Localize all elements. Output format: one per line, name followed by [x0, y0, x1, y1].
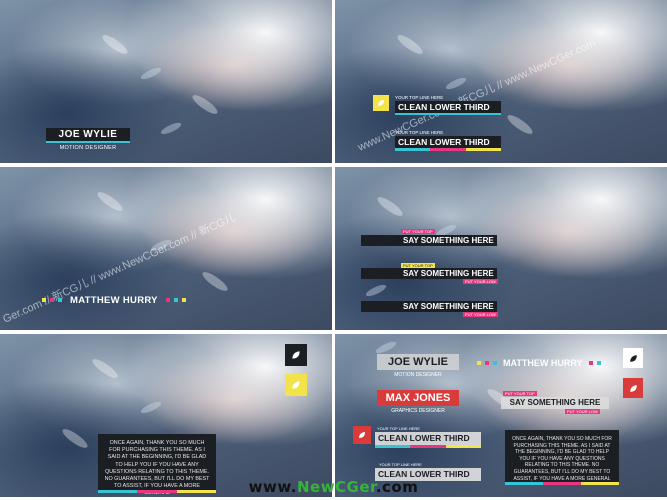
leaf-drop-icon: [629, 384, 637, 392]
lower-third-underline: [395, 113, 501, 115]
low-tag: PUT YOUR LOW: [463, 312, 498, 317]
accent-dot: [181, 298, 186, 302]
lower-third-title: CLEAN LOWER THIRD: [395, 101, 501, 113]
lower-third-name: MATTHEW HURRY: [503, 358, 583, 368]
top-tag: PUT YOUR TOP: [503, 391, 537, 396]
lower-third-role: MOTION DESIGNER: [59, 145, 117, 151]
say-something-bar: SAY SOMETHING HERE: [361, 268, 497, 279]
accent-dot: [596, 361, 601, 365]
preview-panel-1[interactable]: JOE WYLIE MOTION DESIGNER: [0, 0, 332, 163]
lower-third-title: CLEAN LOWER THIRD: [395, 136, 501, 148]
bird-shape: [190, 92, 220, 117]
top-line-label: YOUR TOP LINE HERE: [377, 426, 420, 431]
logo-badge-red: [623, 378, 643, 398]
bird-shape: [90, 356, 120, 381]
accent-dot: [165, 298, 170, 302]
logo-badge-red: [353, 426, 371, 444]
lower-third-name: MATTHEW HURRY: [70, 294, 158, 306]
logo-badge-dark: [285, 344, 307, 366]
bird-shape: [200, 269, 230, 294]
accent-dot: [58, 298, 62, 302]
bird-shape: [444, 75, 468, 92]
lower-third-name: MAX JONES: [377, 390, 459, 406]
preview-panel-5[interactable]: ONCE AGAIN, THANK YOU SO MUCH FOR PURCHA…: [0, 334, 332, 497]
bird-shape: [139, 399, 163, 416]
name-line: MATTHEW HURRY: [40, 294, 188, 306]
say-something-bar: SAY SOMETHING HERE: [361, 235, 497, 246]
logo-badge-white: [623, 348, 643, 368]
preview-grid: JOE WYLIE MOTION DESIGNER www.NewCGer.co…: [0, 0, 667, 500]
bird-shape: [364, 282, 388, 299]
accent-dot: [485, 361, 489, 365]
top-tag: PUT YOUR TOP: [401, 229, 435, 234]
say-something-bar: SAY SOMETHING HERE: [501, 397, 609, 409]
logo-badge: [373, 95, 389, 111]
say-something-bar: SAY SOMETHING HERE: [361, 301, 497, 312]
bird-shape: [139, 65, 163, 82]
bird-shape: [95, 189, 125, 214]
preview-panel-2[interactable]: www.NewCGer.com // 新CG儿 // www.NewCGer.c…: [335, 0, 667, 163]
top-line-label: YOUR TOP LINE HERE: [395, 130, 444, 135]
thank-you-message: ONCE AGAIN, THANK YOU SO MUCH FOR PURCHA…: [505, 430, 619, 482]
site-footer-watermark: www.NewCGer.com: [0, 478, 667, 500]
footer-suffix: .com: [375, 478, 419, 496]
leaf-drop-icon: [629, 354, 637, 362]
accent-dot: [588, 361, 593, 365]
footer-brand: NewCGer: [296, 478, 376, 496]
bird-shape: [375, 194, 405, 219]
preview-panel-6[interactable]: JOE WYLIE MOTION DESIGNER MAX JONES GRAP…: [335, 334, 667, 497]
lower-third-title: CLEAN LOWER THIRD: [375, 432, 481, 445]
low-tag: PUT YOUR LOW: [463, 279, 498, 284]
preview-panel-3[interactable]: Ger.com // 新CG儿 // www.NewCGer.com // 新C…: [0, 167, 332, 330]
top-line-label: YOUR TOP LINE HERE: [379, 462, 422, 467]
color-strip: [395, 148, 501, 151]
leaf-drop-icon: [378, 100, 384, 106]
logo-badge-yellow: [285, 374, 307, 396]
lower-third-role: MOTION DESIGNER: [394, 372, 442, 378]
accent-dot: [50, 298, 54, 302]
leaf-drop-icon: [292, 351, 300, 359]
bird-shape: [100, 32, 130, 57]
top-line-label: YOUR TOP LINE HERE: [395, 95, 444, 100]
accent-dot: [477, 361, 481, 365]
bird-shape: [395, 32, 425, 57]
lower-third-name: JOE WYLIE: [377, 354, 459, 370]
watermark-text: Ger.com // 新CG儿 // www.NewCGer.com // 新C…: [1, 211, 238, 326]
bird-shape: [60, 426, 90, 451]
lower-third-role: GRAPHICS DESIGNER: [391, 408, 445, 414]
accent-dot: [173, 298, 178, 302]
leaf-drop-icon: [292, 381, 300, 389]
bird-shape: [374, 339, 398, 356]
leaf-drop-icon: [359, 432, 365, 438]
bird-shape: [159, 120, 183, 137]
lower-third-name: JOE WYLIE: [46, 128, 130, 141]
accent-dot: [493, 361, 497, 365]
low-tag: PUT YOUR LOW: [565, 409, 600, 414]
color-strip: [375, 445, 481, 448]
accent-dot: [42, 298, 46, 302]
footer-prefix: www.: [248, 478, 297, 496]
name-line: MATTHEW HURRY: [475, 358, 603, 368]
preview-panel-4[interactable]: PUT YOUR TOP SAY SOMETHING HERE PUT YOUR…: [335, 167, 667, 330]
lower-third-underline: [46, 141, 130, 143]
bird-shape: [505, 112, 535, 137]
